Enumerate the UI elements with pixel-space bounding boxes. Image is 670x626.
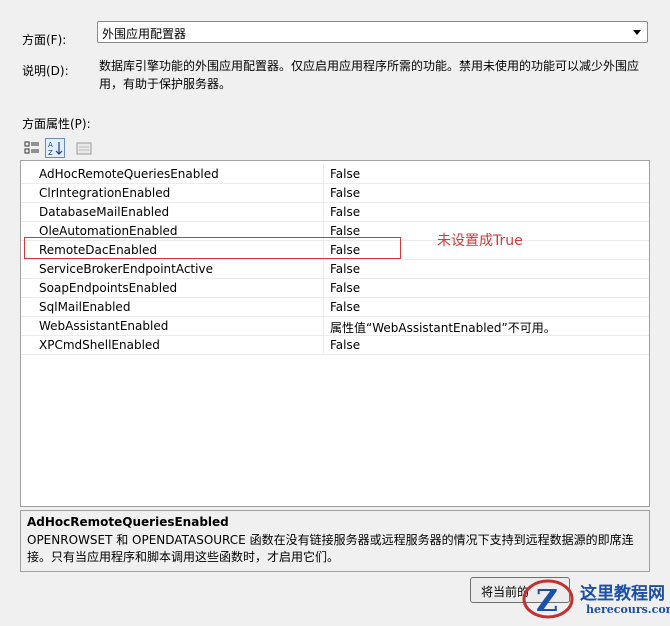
property-name: AdHocRemoteQueriesEnabled: [39, 167, 219, 181]
property-row[interactable]: WebAssistantEnabled 属性值“WebAssistantEnab…: [21, 317, 649, 336]
property-value[interactable]: False: [330, 186, 360, 200]
property-name: OleAutomationEnabled: [39, 224, 178, 238]
property-value[interactable]: False: [330, 262, 360, 276]
svg-text:A: A: [48, 141, 53, 149]
property-row[interactable]: SqlMailEnabled False: [21, 298, 649, 317]
property-value[interactable]: 属性值“WebAssistantEnabled”不可用。: [330, 319, 556, 336]
property-name: WebAssistantEnabled: [39, 319, 169, 333]
facet-label: 方面(F):: [22, 33, 67, 47]
property-value[interactable]: False: [330, 281, 360, 295]
alphabetical-sort-icon[interactable]: A Z: [45, 138, 65, 158]
property-name: SoapEndpointsEnabled: [39, 281, 178, 295]
facet-selected-value: 外围应用配置器: [102, 27, 187, 41]
property-name: SqlMailEnabled: [39, 300, 131, 314]
property-row[interactable]: AdHocRemoteQueriesEnabled False: [21, 165, 649, 184]
facet-properties-label: 方面属性(P):: [22, 117, 91, 131]
property-description-body: OPENROWSET 和 OPENDATASOURCE 函数在没有链接服务器或远…: [27, 533, 634, 564]
property-row[interactable]: SoapEndpointsEnabled False: [21, 279, 649, 298]
annotation-text: 未设置成True: [437, 233, 523, 249]
property-pages-icon[interactable]: [74, 138, 94, 158]
description-label: 说明(D):: [22, 64, 69, 78]
watermark-title: 这里教程网: [580, 584, 665, 604]
description-text: 数据库引擎功能的外围应用配置器。仅应启用应用程序所需的功能。禁用未使用的功能可以…: [99, 59, 640, 91]
chevron-down-icon: [633, 30, 641, 35]
property-name: ServiceBrokerEndpointActive: [39, 262, 213, 276]
property-value[interactable]: False: [330, 338, 360, 352]
property-grid: AdHocRemoteQueriesEnabled False ClrInteg…: [20, 160, 650, 507]
property-row[interactable]: XPCmdShellEnabled False: [21, 336, 649, 355]
property-row[interactable]: ClrIntegrationEnabled False: [21, 184, 649, 203]
property-name: XPCmdShellEnabled: [39, 338, 160, 352]
watermark-logo: Z 这里教程网 herecours.com: [520, 575, 670, 623]
property-description-title: AdHocRemoteQueriesEnabled: [27, 515, 229, 529]
property-value[interactable]: False: [330, 205, 360, 219]
property-value[interactable]: False: [330, 300, 360, 314]
property-value[interactable]: False: [330, 224, 360, 238]
property-description-panel: AdHocRemoteQueriesEnabled OPENROWSET 和 O…: [20, 510, 650, 572]
property-name: DatabaseMailEnabled: [39, 205, 170, 219]
property-name: ClrIntegrationEnabled: [39, 186, 171, 200]
svg-text:Z: Z: [48, 149, 53, 157]
watermark-z-icon: Z: [522, 579, 574, 619]
highlight-rectangle: [24, 237, 401, 259]
property-row[interactable]: ServiceBrokerEndpointActive False: [21, 260, 649, 279]
categorized-icon[interactable]: [22, 138, 42, 158]
svg-text:Z: Z: [536, 584, 558, 619]
watermark-url: herecours.com: [586, 603, 670, 616]
property-row[interactable]: DatabaseMailEnabled False: [21, 203, 649, 222]
facet-dropdown[interactable]: 外围应用配置器: [97, 21, 648, 43]
property-value[interactable]: False: [330, 167, 360, 181]
